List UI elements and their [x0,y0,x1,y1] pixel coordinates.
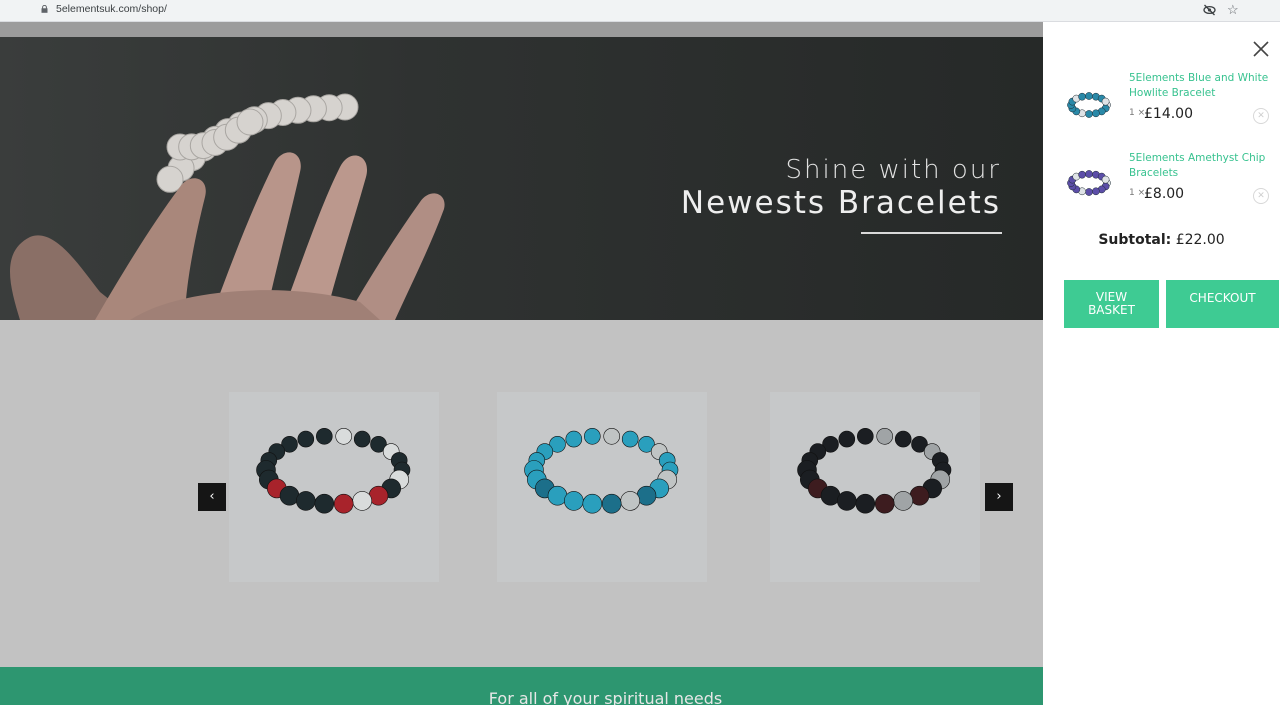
footer-tagline: For all of your spiritual needs [488,689,723,705]
cart-item-quantity: 1 × [1129,188,1146,198]
lock-icon [41,5,48,13]
product-thumbnail[interactable] [1064,161,1114,205]
footer-band: For all of your spiritual needs [0,667,1043,705]
hero-heading-line2: Newests Bracelets [680,185,1001,221]
url-text[interactable]: 5elementsuk.com/shop/ [56,3,167,15]
bracelet-image [256,427,411,514]
carousel-next-button[interactable]: › [985,483,1013,511]
checkout-button[interactable]: Checkout [1166,280,1279,328]
star-icon[interactable]: ☆ [1227,2,1239,18]
remove-item-button[interactable]: ✕ [1253,188,1269,204]
product-card[interactable] [770,392,980,582]
cart-item-quantity: 1 × [1129,108,1146,118]
cart-item-price: £8.00 [1144,186,1185,202]
cart-item-price: £14.00 [1144,106,1193,122]
view-basket-button[interactable]: View Basket [1064,280,1159,328]
bracelet-image [797,427,952,514]
carousel-prev-button[interactable]: ‹ [198,483,226,511]
product-card[interactable] [229,392,439,582]
cart-item: 5Elements Amethyst Chip Bracelets 1 × £8… [1043,151,1280,231]
close-icon[interactable] [1251,39,1271,59]
cart-item-name[interactable]: 5Elements Blue and White Howlite Bracele… [1129,71,1269,101]
browser-address-bar: 5elementsuk.com/shop/ ☆ [0,0,1280,22]
hero-banner: Shine with our Newests Bracelets [0,37,1043,320]
cart-item: 5Elements Blue and White Howlite Bracele… [1043,71,1280,151]
eye-off-icon[interactable] [1203,4,1216,16]
product-carousel: ‹ › [0,320,1043,667]
remove-item-button[interactable]: ✕ [1253,108,1269,124]
product-thumbnail[interactable] [1064,83,1114,127]
shop-page: Shine with our Newests Bracelets ‹ › For… [0,22,1043,705]
hero-heading-line1: Shine with our [785,155,1001,185]
mini-cart-panel: 5Elements Blue and White Howlite Bracele… [1043,25,1280,705]
subtotal-label: Subtotal: [1098,232,1172,248]
product-card[interactable] [497,392,707,582]
url-field[interactable] [32,1,1246,20]
hero-underline [861,232,1002,234]
site-header-strip [0,22,1043,37]
bracelet-image [524,427,679,514]
cart-item-name[interactable]: 5Elements Amethyst Chip Bracelets [1129,151,1269,181]
cart-subtotal: Subtotal: £22.00 [1043,232,1280,248]
subtotal-value: £22.00 [1175,232,1225,248]
